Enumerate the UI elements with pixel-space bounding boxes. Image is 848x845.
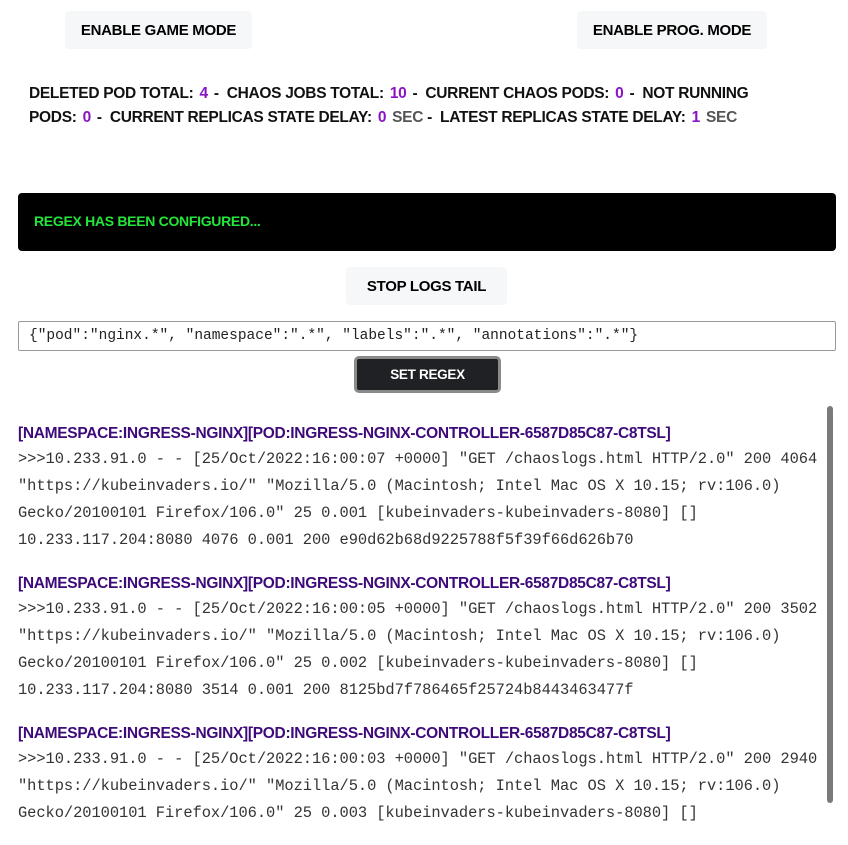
current-chaos-value: 0 [615,85,624,102]
set-regex-button[interactable]: Set Regex [354,356,501,393]
deleted-pod-label: Deleted Pod Total: [29,85,194,102]
log-entry: [namespace:ingress-nginx][pod:ingress-ng… [18,422,826,554]
current-delay-label: Current Replicas State Delay: [109,109,372,126]
enable-prog-mode-button[interactable]: Enable Prog. Mode [577,11,767,49]
stats-panel: Deleted Pod Total: 4- Chaos Jobs Total: 10… [29,82,819,130]
not-running-value: 0 [82,109,92,126]
chaos-jobs-value: 10 [389,85,407,102]
console-message: Regex has been configured... [34,213,261,229]
latest-delay-label: Latest Replicas State Delay: [440,109,686,126]
latest-delay-value: 1 [691,109,701,126]
separator: - [629,85,635,102]
log-header: [namespace:ingress-nginx][pod:ingress-ng… [18,575,671,592]
separator: - [427,109,433,126]
separator: - [213,85,219,102]
log-entry: [namespace:ingress-nginx][pod:ingress-ng… [18,722,826,827]
log-header: [namespace:ingress-nginx][pod:ingress-ng… [18,725,671,742]
unit: sec [392,109,424,126]
unit: sec [706,109,737,126]
deleted-pod-value: 4 [199,85,209,102]
log-text: >>>10.233.91.0 - - [25/Oct/2022:16:00:05… [18,600,818,699]
log-text: >>>10.233.91.0 - - [25/Oct/2022:16:00:07… [18,450,818,549]
current-delay-value: 0 [377,109,387,126]
stop-logs-tail-button[interactable]: Stop Logs Tail [346,267,507,305]
current-chaos-label: Current Chaos Pods: [425,85,610,102]
logs-list: [namespace:ingress-nginx][pod:ingress-ng… [18,422,826,845]
log-text: >>>10.233.91.0 - - [25/Oct/2022:16:00:03… [18,750,818,822]
separator: - [412,85,418,102]
log-header: [namespace:ingress-nginx][pod:ingress-ng… [18,425,671,442]
chaos-jobs-label: Chaos Jobs Total: [226,85,384,102]
console-box: Regex has been configured... [18,193,836,251]
regex-input[interactable] [18,321,836,351]
separator: - [96,109,102,126]
scrollbar[interactable] [827,406,833,803]
enable-game-mode-button[interactable]: Enable Game Mode [65,11,252,49]
log-entry: [namespace:ingress-nginx][pod:ingress-ng… [18,572,826,704]
